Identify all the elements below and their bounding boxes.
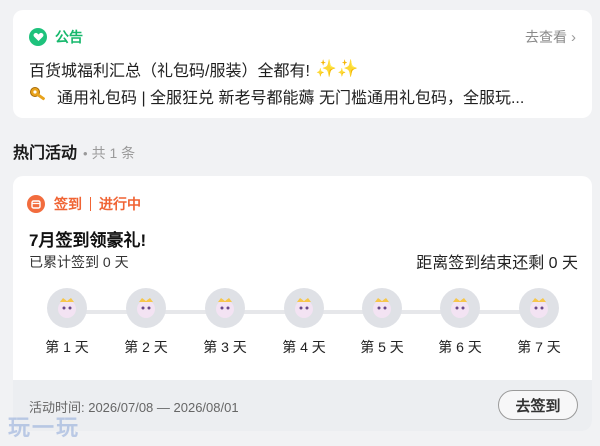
notice-headline-text: 百货城福利汇总（礼包码/服装）全都有! [29, 63, 310, 80]
activity-status: 进行中 [99, 196, 141, 212]
notice-card[interactable]: 公告 去查看 › 百货城福利汇总（礼包码/服装）全都有! ✨✨ 通用礼包码 | … [13, 10, 592, 118]
day-label: 第 5 天 [360, 339, 404, 355]
day-item[interactable]: 第 2 天 [116, 288, 176, 357]
calendar-icon [27, 195, 45, 213]
activity-title: 7月签到领豪礼! [29, 231, 147, 250]
day-item[interactable]: 第 1 天 [37, 288, 97, 357]
day-item[interactable]: 第 3 天 [195, 288, 255, 357]
remaining-days: 距离签到结束还剩 0 天 [416, 255, 578, 272]
activity-card[interactable]: 签到 进行中 7月签到领豪礼! 已累计签到 0 天 距离签到结束还剩 0 天 第… [13, 176, 592, 431]
view-notice-link[interactable]: 去查看 › [525, 27, 576, 47]
notice-headline[interactable]: 百货城福利汇总（礼包码/服装）全都有! ✨✨ [29, 57, 358, 81]
reward-icon [47, 288, 87, 328]
checkin-button[interactable]: 去签到 [498, 390, 578, 420]
heart-icon [29, 28, 47, 46]
day-item[interactable]: 第 7 天 [509, 288, 569, 357]
divider [90, 197, 91, 211]
day-label: 第 2 天 [124, 339, 168, 355]
day-item[interactable]: 第 6 天 [430, 288, 490, 357]
day-label: 第 1 天 [45, 339, 89, 355]
watermark-logo: 玩一玩 [8, 415, 81, 440]
notice-header: 公告 [29, 27, 83, 47]
day-label: 第 4 天 [282, 339, 326, 355]
reward-icon [440, 288, 480, 328]
section-dot: • [83, 146, 88, 161]
day-item[interactable]: 第 4 天 [274, 288, 334, 357]
view-notice-label: 去查看 [525, 29, 567, 45]
notice-tag: 公告 [55, 29, 83, 45]
accumulated-days: 已累计签到 0 天 [29, 254, 129, 270]
day-label: 第 6 天 [438, 339, 482, 355]
reward-icon [362, 288, 402, 328]
day-label: 第 3 天 [203, 339, 247, 355]
day-item[interactable]: 第 5 天 [352, 288, 412, 357]
activity-footer: 活动时间: 2026/07/08 — 2026/08/01 去签到 [13, 380, 592, 431]
notice-detail-text: 通用礼包码 | 全服狂兑 新老号都能薅 无门槛通用礼包码，全服玩... [57, 90, 525, 107]
sparkle-icon: ✨✨ [315, 59, 359, 78]
activity-header: 签到 进行中 [27, 194, 141, 214]
reward-icon [126, 288, 166, 328]
key-icon [29, 85, 49, 108]
notice-detail[interactable]: 通用礼包码 | 全服狂兑 新老号都能薅 无门槛通用礼包码，全服玩... [29, 84, 576, 108]
activity-type: 签到 [54, 196, 82, 212]
reward-icon [284, 288, 324, 328]
reward-icon [205, 288, 245, 328]
reward-icon [519, 288, 559, 328]
section-title: 热门活动 [13, 145, 78, 162]
chevron-right-icon: › [571, 28, 576, 46]
section-header: 热门活动 • 共 1 条 [13, 139, 135, 163]
section-count: 共 1 条 [91, 145, 136, 161]
day-label: 第 7 天 [517, 339, 561, 355]
